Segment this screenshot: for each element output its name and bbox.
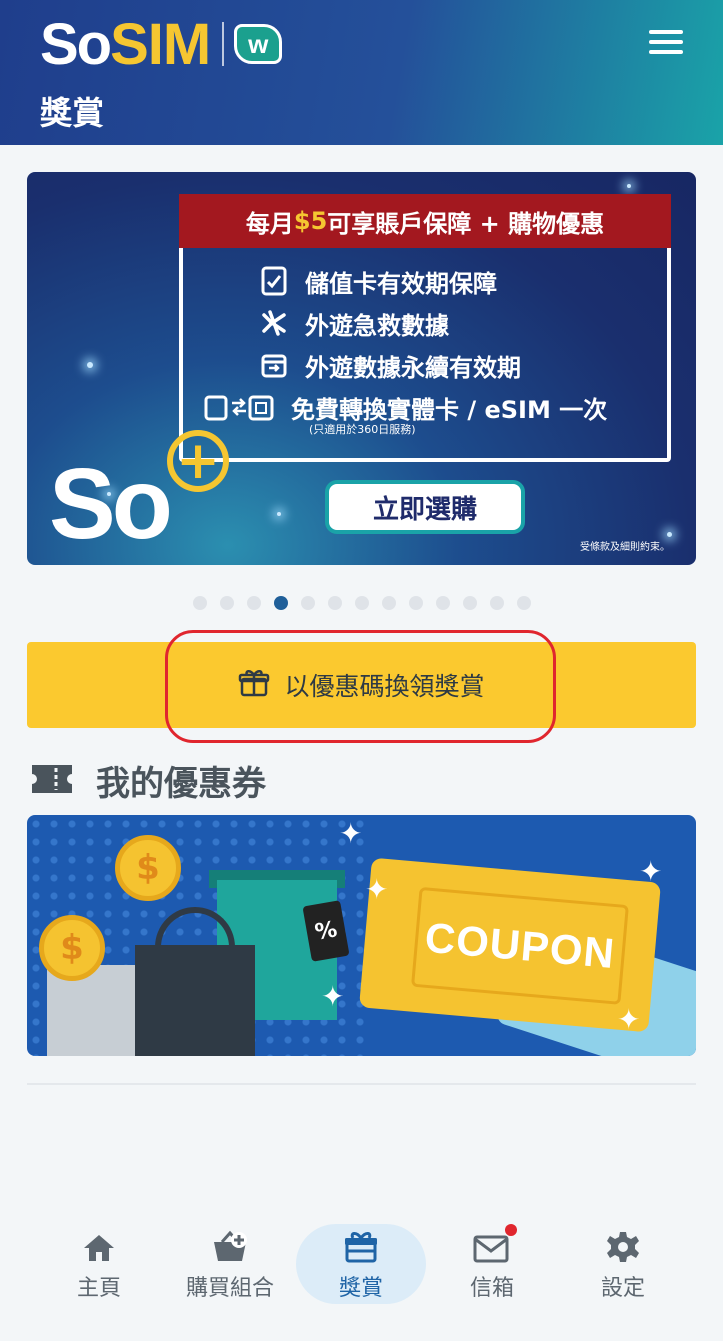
banner-note: (只適用於360日服務) bbox=[309, 423, 416, 436]
benefit-item: 儲值卡有效期保障 bbox=[259, 260, 607, 302]
app-header: So SIM w 獎賞 bbox=[0, 0, 723, 145]
benefit-text: 免費轉換實體卡 / eSIM 一次 bbox=[291, 395, 608, 424]
headline-suffix: 可享賬戶保障 + 購物優惠 bbox=[327, 209, 605, 238]
nav-rewards-label: 獎賞 bbox=[338, 1276, 383, 1301]
carousel-dot[interactable] bbox=[246, 596, 261, 610]
banner-headline: 每月 $5 可享賬戶保障 + 購物優惠 bbox=[179, 194, 671, 248]
headline-prefix: 每月 bbox=[245, 209, 294, 238]
shopping-basket-icon bbox=[210, 1224, 250, 1264]
banner-so-logo: So bbox=[49, 448, 173, 560]
ticket-icon bbox=[30, 763, 74, 799]
nav-buy-plans-label: 購買組合 bbox=[185, 1276, 274, 1301]
carousel-dot[interactable] bbox=[435, 596, 450, 610]
carousel-dot[interactable] bbox=[381, 596, 396, 610]
carousel-dot-active[interactable] bbox=[273, 596, 288, 610]
carousel-dot[interactable] bbox=[219, 596, 234, 610]
carousel-dot[interactable] bbox=[516, 596, 531, 610]
hamburger-menu-icon[interactable] bbox=[649, 30, 683, 56]
carousel-dot[interactable] bbox=[489, 596, 504, 610]
logo-divider bbox=[222, 22, 225, 66]
sparkle-icon: ✦ bbox=[339, 817, 363, 850]
gift-icon bbox=[343, 1224, 379, 1264]
banner-benefit-list: 儲值卡有效期保障 外遊急救數據 外遊數據永續有效期 免費轉換實體卡 / eSIM… bbox=[204, 260, 608, 428]
carousel-dot[interactable] bbox=[462, 596, 477, 610]
page-title: 獎賞 bbox=[40, 94, 105, 132]
logo-sim-text: SIM bbox=[110, 11, 211, 77]
sparkle-icon: ✦ bbox=[365, 873, 389, 906]
nav-settings[interactable]: 設定 bbox=[558, 1224, 688, 1304]
carousel-dot[interactable] bbox=[408, 596, 423, 610]
benefit-item: 外遊數據永續有效期 bbox=[259, 344, 607, 386]
nav-settings-label: 設定 bbox=[600, 1276, 645, 1301]
my-coupons-title: 我的優惠券 bbox=[96, 764, 266, 804]
sosim-logo: So SIM w bbox=[40, 12, 283, 77]
redeem-label: 以優惠碼換領獎賞 bbox=[284, 672, 485, 701]
coupon-ticket: COUPON bbox=[359, 857, 661, 1033]
promo-banner[interactable]: 每月 $5 可享賬戶保障 + 購物優惠 儲值卡有效期保障 外遊急救數據 外遊數據永續… bbox=[27, 172, 696, 565]
gift-icon bbox=[238, 667, 270, 703]
nav-rewards[interactable]: 獎賞 bbox=[296, 1224, 426, 1304]
nav-home[interactable]: 主頁 bbox=[34, 1224, 164, 1304]
shopping-bag bbox=[135, 945, 255, 1056]
sim-swap-icon bbox=[203, 392, 275, 422]
document-check-icon bbox=[259, 266, 289, 296]
sparkle-icon: ✦ bbox=[639, 855, 663, 888]
headline-price: $5 bbox=[293, 207, 328, 235]
my-coupons-header: 我的優惠券 bbox=[30, 756, 266, 805]
redeem-code-button[interactable]: 以優惠碼換領獎賞 bbox=[27, 642, 696, 728]
mail-icon bbox=[473, 1224, 517, 1264]
coupon-text: COUPON bbox=[411, 886, 629, 1005]
carousel-dot[interactable] bbox=[192, 596, 207, 610]
carousel-dot[interactable] bbox=[300, 596, 315, 610]
carousel-dot[interactable] bbox=[354, 596, 369, 610]
coupon-banner[interactable]: % $ $ COUPON ✦ ✦ ✦ ✦ ✦ bbox=[27, 815, 696, 1056]
bottom-navigation: 主頁 購買組合 獎賞 信箱 設定 bbox=[0, 1210, 723, 1341]
buy-now-button[interactable]: 立即選購 bbox=[325, 480, 525, 534]
section-divider bbox=[27, 1083, 696, 1085]
benefit-text: 外遊數據永續有效期 bbox=[305, 353, 521, 382]
benefit-item: 外遊急救數據 bbox=[259, 302, 607, 344]
nav-inbox[interactable]: 信箱 bbox=[427, 1224, 557, 1304]
plus-icon: + bbox=[167, 430, 229, 492]
benefit-text: 儲值卡有效期保障 bbox=[305, 269, 497, 298]
nav-buy-plans[interactable]: 購買組合 bbox=[165, 1224, 295, 1304]
logo-so-text: So bbox=[40, 11, 112, 77]
carousel-indicator bbox=[0, 596, 723, 610]
nav-home-label: 主頁 bbox=[76, 1276, 121, 1301]
banner-terms: 受條款及細則約束。 bbox=[580, 542, 670, 553]
sparkle-icon: ✦ bbox=[617, 1003, 641, 1036]
carousel-dot[interactable] bbox=[327, 596, 342, 610]
coin-icon: $ bbox=[115, 835, 181, 901]
airplane-icon bbox=[259, 308, 289, 338]
benefit-text: 外遊急救數據 bbox=[305, 311, 449, 340]
home-icon bbox=[82, 1224, 116, 1264]
calendar-icon bbox=[259, 350, 289, 380]
partner-logo: w bbox=[234, 24, 283, 64]
notification-badge bbox=[505, 1224, 517, 1236]
gear-icon bbox=[606, 1224, 640, 1264]
coin-icon: $ bbox=[39, 915, 105, 981]
nav-inbox-label: 信箱 bbox=[469, 1276, 514, 1301]
sparkle-icon: ✦ bbox=[321, 980, 345, 1013]
